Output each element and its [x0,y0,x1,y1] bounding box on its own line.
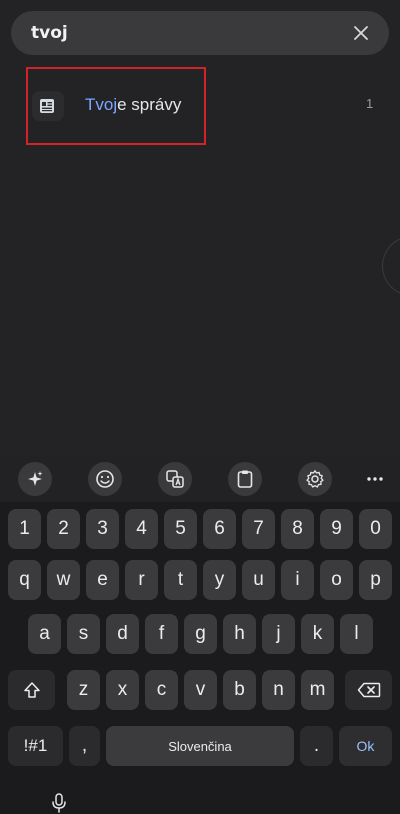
sparkle-button[interactable] [18,462,52,496]
keyboard: 1 2 3 4 5 6 7 8 9 0 q w e r t y u i o p … [0,456,400,814]
newspaper-icon [32,91,64,121]
key-4[interactable]: 4 [125,509,158,549]
gear-icon [306,470,324,488]
clipboard-icon [237,470,253,488]
microphone-icon [52,793,66,813]
key-c[interactable]: c [145,670,178,710]
key-8[interactable]: 8 [281,509,314,549]
emoji-icon [96,470,114,488]
result-label-rest: e správy [117,95,182,114]
key-5[interactable]: 5 [164,509,197,549]
key-q[interactable]: q [8,560,41,600]
key-p[interactable]: p [359,560,392,600]
key-a[interactable]: a [28,614,61,654]
key-g[interactable]: g [184,614,217,654]
period-key[interactable]: . [300,726,333,766]
close-icon [354,26,368,40]
more-icon [367,477,383,481]
key-b[interactable]: b [223,670,256,710]
search-result-item[interactable]: Tvoje správy [26,67,206,145]
search-input[interactable]: tvoj [31,23,347,43]
key-u[interactable]: u [242,560,275,600]
key-2[interactable]: 2 [47,509,80,549]
key-7[interactable]: 7 [242,509,275,549]
shift-key[interactable] [8,670,55,710]
key-9[interactable]: 9 [320,509,353,549]
key-n[interactable]: n [262,670,295,710]
key-0[interactable]: 0 [359,509,392,549]
key-w[interactable]: w [47,560,80,600]
key-r[interactable]: r [125,560,158,600]
backspace-icon [357,682,380,698]
key-h[interactable]: h [223,614,256,654]
key-y[interactable]: y [203,560,236,600]
key-v[interactable]: v [184,670,217,710]
key-3[interactable]: 3 [86,509,119,549]
shift-icon [23,682,40,698]
microphone-button[interactable] [48,792,70,814]
translate-button[interactable] [158,462,192,496]
key-6[interactable]: 6 [203,509,236,549]
more-button[interactable] [360,464,390,494]
result-label-highlight: Tvoj [85,95,118,114]
edge-panel-handle[interactable] [382,236,400,296]
key-o[interactable]: o [320,560,353,600]
key-i[interactable]: i [281,560,314,600]
key-s[interactable]: s [67,614,100,654]
key-z[interactable]: z [67,670,100,710]
key-k[interactable]: k [301,614,334,654]
key-j[interactable]: j [262,614,295,654]
sparkle-icon [28,471,43,486]
result-count: 1 [366,96,374,111]
settings-button[interactable] [298,462,332,496]
ok-key[interactable]: Ok [339,726,392,766]
symbols-key[interactable]: !#1 [8,726,63,766]
space-key[interactable]: Slovenčina [106,726,294,766]
comma-key[interactable]: , [69,726,100,766]
key-e[interactable]: e [86,560,119,600]
key-1[interactable]: 1 [8,509,41,549]
translate-icon [166,470,184,488]
key-t[interactable]: t [164,560,197,600]
clipboard-button[interactable] [228,462,262,496]
keyboard-toolbar [0,456,400,502]
key-l[interactable]: l [340,614,373,654]
clear-button[interactable] [347,19,375,47]
result-label: Tvoje správy [85,95,181,115]
emoji-button[interactable] [88,462,122,496]
key-d[interactable]: d [106,614,139,654]
key-x[interactable]: x [106,670,139,710]
backspace-key[interactable] [345,670,392,710]
key-m[interactable]: m [301,670,334,710]
key-f[interactable]: f [145,614,178,654]
search-bar[interactable]: tvoj [11,11,389,55]
